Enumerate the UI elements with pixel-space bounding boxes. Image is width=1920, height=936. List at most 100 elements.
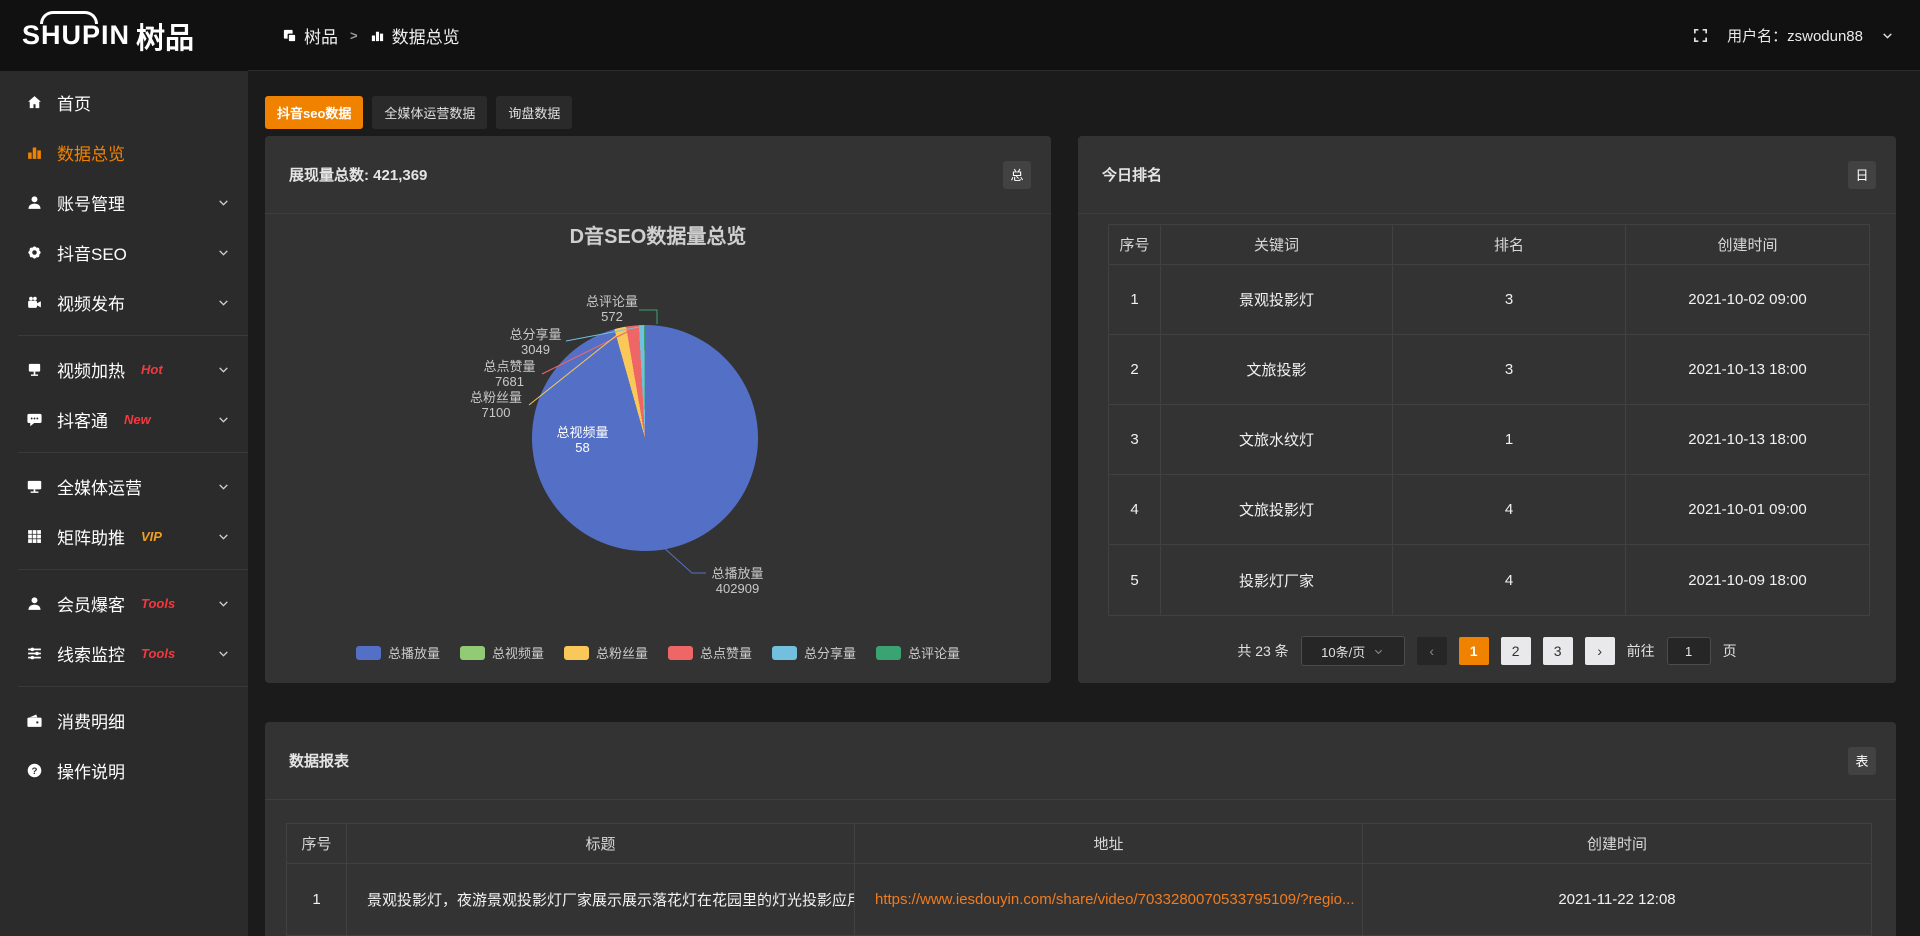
report-panel: 数据报表 表 序号标题地址创建时间1景观投影灯，夜游景观投影灯厂家展示展示落花灯… — [265, 722, 1896, 936]
total-badge-button[interactable]: 总 — [1003, 161, 1031, 189]
sidebar-divider — [18, 569, 248, 570]
sidebar-item-wallet[interactable]: 消费明细 — [0, 695, 248, 745]
logo-text-cn: 树品 — [136, 15, 194, 57]
goto-page-suffix: 页 — [1723, 641, 1737, 661]
rank-table: 序号关键词排名创建时间1景观投影灯32021-10-02 09:002文旅投影3… — [1108, 224, 1870, 616]
day-badge-button[interactable]: 日 — [1848, 161, 1876, 189]
table-cell: https://www.iesdouyin.com/share/video/70… — [855, 864, 1363, 936]
report-table: 序号标题地址创建时间1景观投影灯，夜游景观投影灯厂家展示展示落花灯在花园里的灯光… — [286, 823, 1872, 936]
legend-item[interactable]: 总分享量 — [772, 643, 856, 662]
page-button-3[interactable]: 3 — [1543, 637, 1573, 665]
table-cell: 2 — [1109, 335, 1161, 405]
legend-label: 总播放量 — [388, 643, 440, 662]
chevron-down-icon — [217, 296, 230, 309]
tab-bar: 抖音seo数据全媒体运营数据询盘数据 — [265, 96, 1896, 129]
legend-item[interactable]: 总点赞量 — [668, 643, 752, 662]
next-page-button[interactable]: › — [1585, 637, 1615, 665]
table-cell: 3 — [1393, 265, 1626, 335]
table-cell: 1 — [1393, 405, 1626, 475]
sidebar-item-bars[interactable]: 数据总览 — [0, 127, 248, 177]
sidebar-item-label: 抖音SEO — [57, 240, 127, 265]
table-cell: 4 — [1109, 475, 1161, 545]
page-button-1[interactable]: 1 — [1459, 637, 1489, 665]
sidebar-item-sliders[interactable]: 线索监控Tools — [0, 628, 248, 678]
legend-label: 总点赞量 — [700, 643, 752, 662]
sidebar-item-grid[interactable]: 矩阵助推VIP — [0, 511, 248, 561]
table-cell: 1 — [1109, 265, 1161, 335]
pie-chart[interactable]: D音SEO数据量总览 总评论量572 总分享量3049 — [265, 214, 1051, 682]
gear-icon — [26, 244, 43, 261]
chevron-down-icon[interactable] — [1881, 29, 1894, 42]
table-header-row: 序号标题地址创建时间 — [287, 824, 1871, 864]
username[interactable]: 用户名：zswodun88 — [1727, 25, 1863, 46]
legend-swatch — [356, 646, 381, 660]
user2-icon — [26, 595, 43, 612]
breadcrumb-item-home[interactable]: 树品 — [282, 23, 338, 48]
page-size-value: 10条/页 — [1321, 642, 1365, 661]
logo-arc — [40, 11, 98, 24]
legend-item[interactable]: 总评论量 — [876, 643, 960, 662]
sidebar-item-gear[interactable]: 抖音SEO — [0, 227, 248, 277]
pagination: 共 23 条10条/页‹123›前往1页 — [1078, 636, 1896, 666]
table-row: 4文旅投影灯42021-10-01 09:00 — [1109, 475, 1869, 545]
tab-2[interactable]: 询盘数据 — [496, 96, 572, 129]
sidebar-item-question[interactable]: ?操作说明 — [0, 745, 248, 795]
column-header: 创建时间 — [1363, 824, 1871, 864]
legend-label: 总评论量 — [908, 643, 960, 662]
breadcrumb-item-current[interactable]: 数据总览 — [370, 23, 460, 48]
table-row: 3文旅水纹灯12021-10-13 18:00 — [1109, 405, 1869, 475]
sidebar-item-clapper[interactable]: 视频发布 — [0, 277, 248, 327]
sidebar-item-user2[interactable]: 会员爆客Tools — [0, 578, 248, 628]
table-cell: 2021-10-09 18:00 — [1626, 545, 1869, 615]
chevron-down-icon — [1373, 646, 1384, 657]
column-header: 关键词 — [1161, 225, 1393, 265]
home-icon — [26, 94, 43, 111]
page-size-select[interactable]: 10条/页 — [1301, 636, 1405, 666]
chart-title: D音SEO数据量总览 — [265, 220, 1051, 249]
grid-icon — [26, 528, 43, 545]
tab-0[interactable]: 抖音seo数据 — [265, 96, 363, 129]
goto-page-input[interactable]: 1 — [1667, 637, 1711, 665]
column-header: 序号 — [1109, 225, 1161, 265]
table-cell: 3 — [1109, 405, 1161, 475]
sidebar-item-monitor[interactable]: 全媒体运营 — [0, 461, 248, 511]
sidebar-item-screen[interactable]: 视频加热Hot — [0, 344, 248, 394]
monitor-icon — [26, 478, 43, 495]
pie-label-videos: 总视频量58 — [545, 425, 620, 455]
screen-icon — [26, 361, 43, 378]
table-badge-button[interactable]: 表 — [1848, 747, 1876, 775]
table-row: 1景观投影灯，夜游景观投影灯厂家展示展示落花灯在花园里的灯光投影应用效果 #ht… — [287, 864, 1871, 936]
chart-panel-header: 展现量总数: 421,369 总 — [265, 136, 1051, 214]
legend-swatch — [772, 646, 797, 660]
header-main: 树品 > 数据总览 用户名：zswodun88 — [248, 0, 1920, 71]
column-header: 排名 — [1393, 225, 1626, 265]
table-cell: 景观投影灯，夜游景观投影灯厂家展示展示落花灯在花园里的灯光投影应用效果 # — [347, 864, 855, 936]
table-row: 1景观投影灯32021-10-02 09:00 — [1109, 265, 1869, 335]
column-header: 地址 — [855, 824, 1363, 864]
prev-page-button[interactable]: ‹ — [1417, 637, 1447, 665]
chat-icon — [26, 411, 43, 428]
tab-1[interactable]: 全媒体运营数据 — [372, 96, 487, 129]
grid-icon — [282, 28, 297, 43]
main-content: 抖音seo数据全媒体运营数据询盘数据 展现量总数: 421,369 总 D音SE… — [248, 71, 1920, 936]
chart-panel-title: 展现量总数: 421,369 — [289, 164, 427, 185]
table-row: 2文旅投影32021-10-13 18:00 — [1109, 335, 1869, 405]
sidebar-item-home[interactable]: 首页 — [0, 77, 248, 127]
sidebar-item-label: 消费明细 — [57, 708, 125, 733]
legend-item[interactable]: 总视频量 — [460, 643, 544, 662]
top-header: SHUPIN 树品 树品 > 数据总览 用户名：zswodun88 — [0, 0, 1920, 71]
sidebar-item-label: 抖客通 — [57, 407, 108, 432]
sidebar-item-label: 会员爆客 — [57, 591, 125, 616]
sidebar-item-chat[interactable]: 抖客通New — [0, 394, 248, 444]
fullscreen-icon[interactable] — [1692, 27, 1709, 44]
sidebar-item-user[interactable]: 账号管理 — [0, 177, 248, 227]
pie-label-plays: 总播放量402909 — [695, 566, 780, 596]
legend-swatch — [876, 646, 901, 660]
pagination-total: 共 23 条 — [1237, 641, 1288, 661]
chevron-down-icon — [217, 480, 230, 493]
page-button-2[interactable]: 2 — [1501, 637, 1531, 665]
sidebar-item-badge: Tools — [141, 646, 175, 661]
legend-item[interactable]: 总播放量 — [356, 643, 440, 662]
report-panel-title: 数据报表 — [289, 750, 349, 771]
legend-item[interactable]: 总粉丝量 — [564, 643, 648, 662]
